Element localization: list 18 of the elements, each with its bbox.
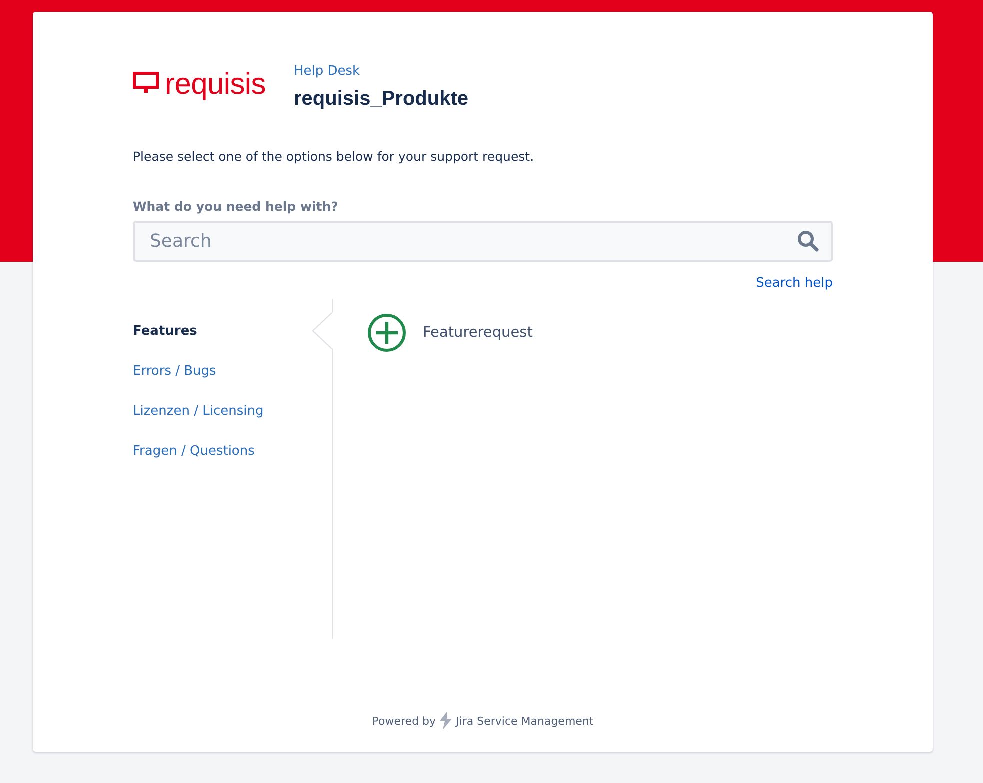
search-field[interactable]: Search bbox=[133, 221, 833, 262]
category-link[interactable]: Fragen / Questions bbox=[133, 431, 332, 471]
search-help-link[interactable]: Search help bbox=[756, 275, 833, 293]
search-icon[interactable] bbox=[797, 230, 819, 252]
intro-text: Please select one of the options below for your support request. bbox=[133, 148, 536, 166]
request-type-link[interactable]: Featurerequest bbox=[367, 313, 833, 353]
monitor-icon bbox=[133, 72, 159, 94]
logo[interactable]: requisis bbox=[133, 62, 294, 100]
bolt-icon bbox=[439, 712, 454, 730]
breadcrumb-link[interactable]: Help Desk bbox=[294, 62, 469, 82]
category-link[interactable]: Errors / Bugs bbox=[133, 351, 332, 391]
portal-title: requisis_Produkte bbox=[294, 87, 469, 112]
search-label: What do you need help with? bbox=[133, 198, 340, 216]
category-link[interactable]: Features bbox=[133, 311, 332, 351]
product-link[interactable]: Jira Service Management bbox=[456, 714, 594, 728]
plus-circle-icon bbox=[367, 313, 407, 353]
category-link[interactable]: Lizenzen / Licensing bbox=[133, 391, 332, 431]
powered-by-text: Powered by bbox=[372, 714, 436, 728]
